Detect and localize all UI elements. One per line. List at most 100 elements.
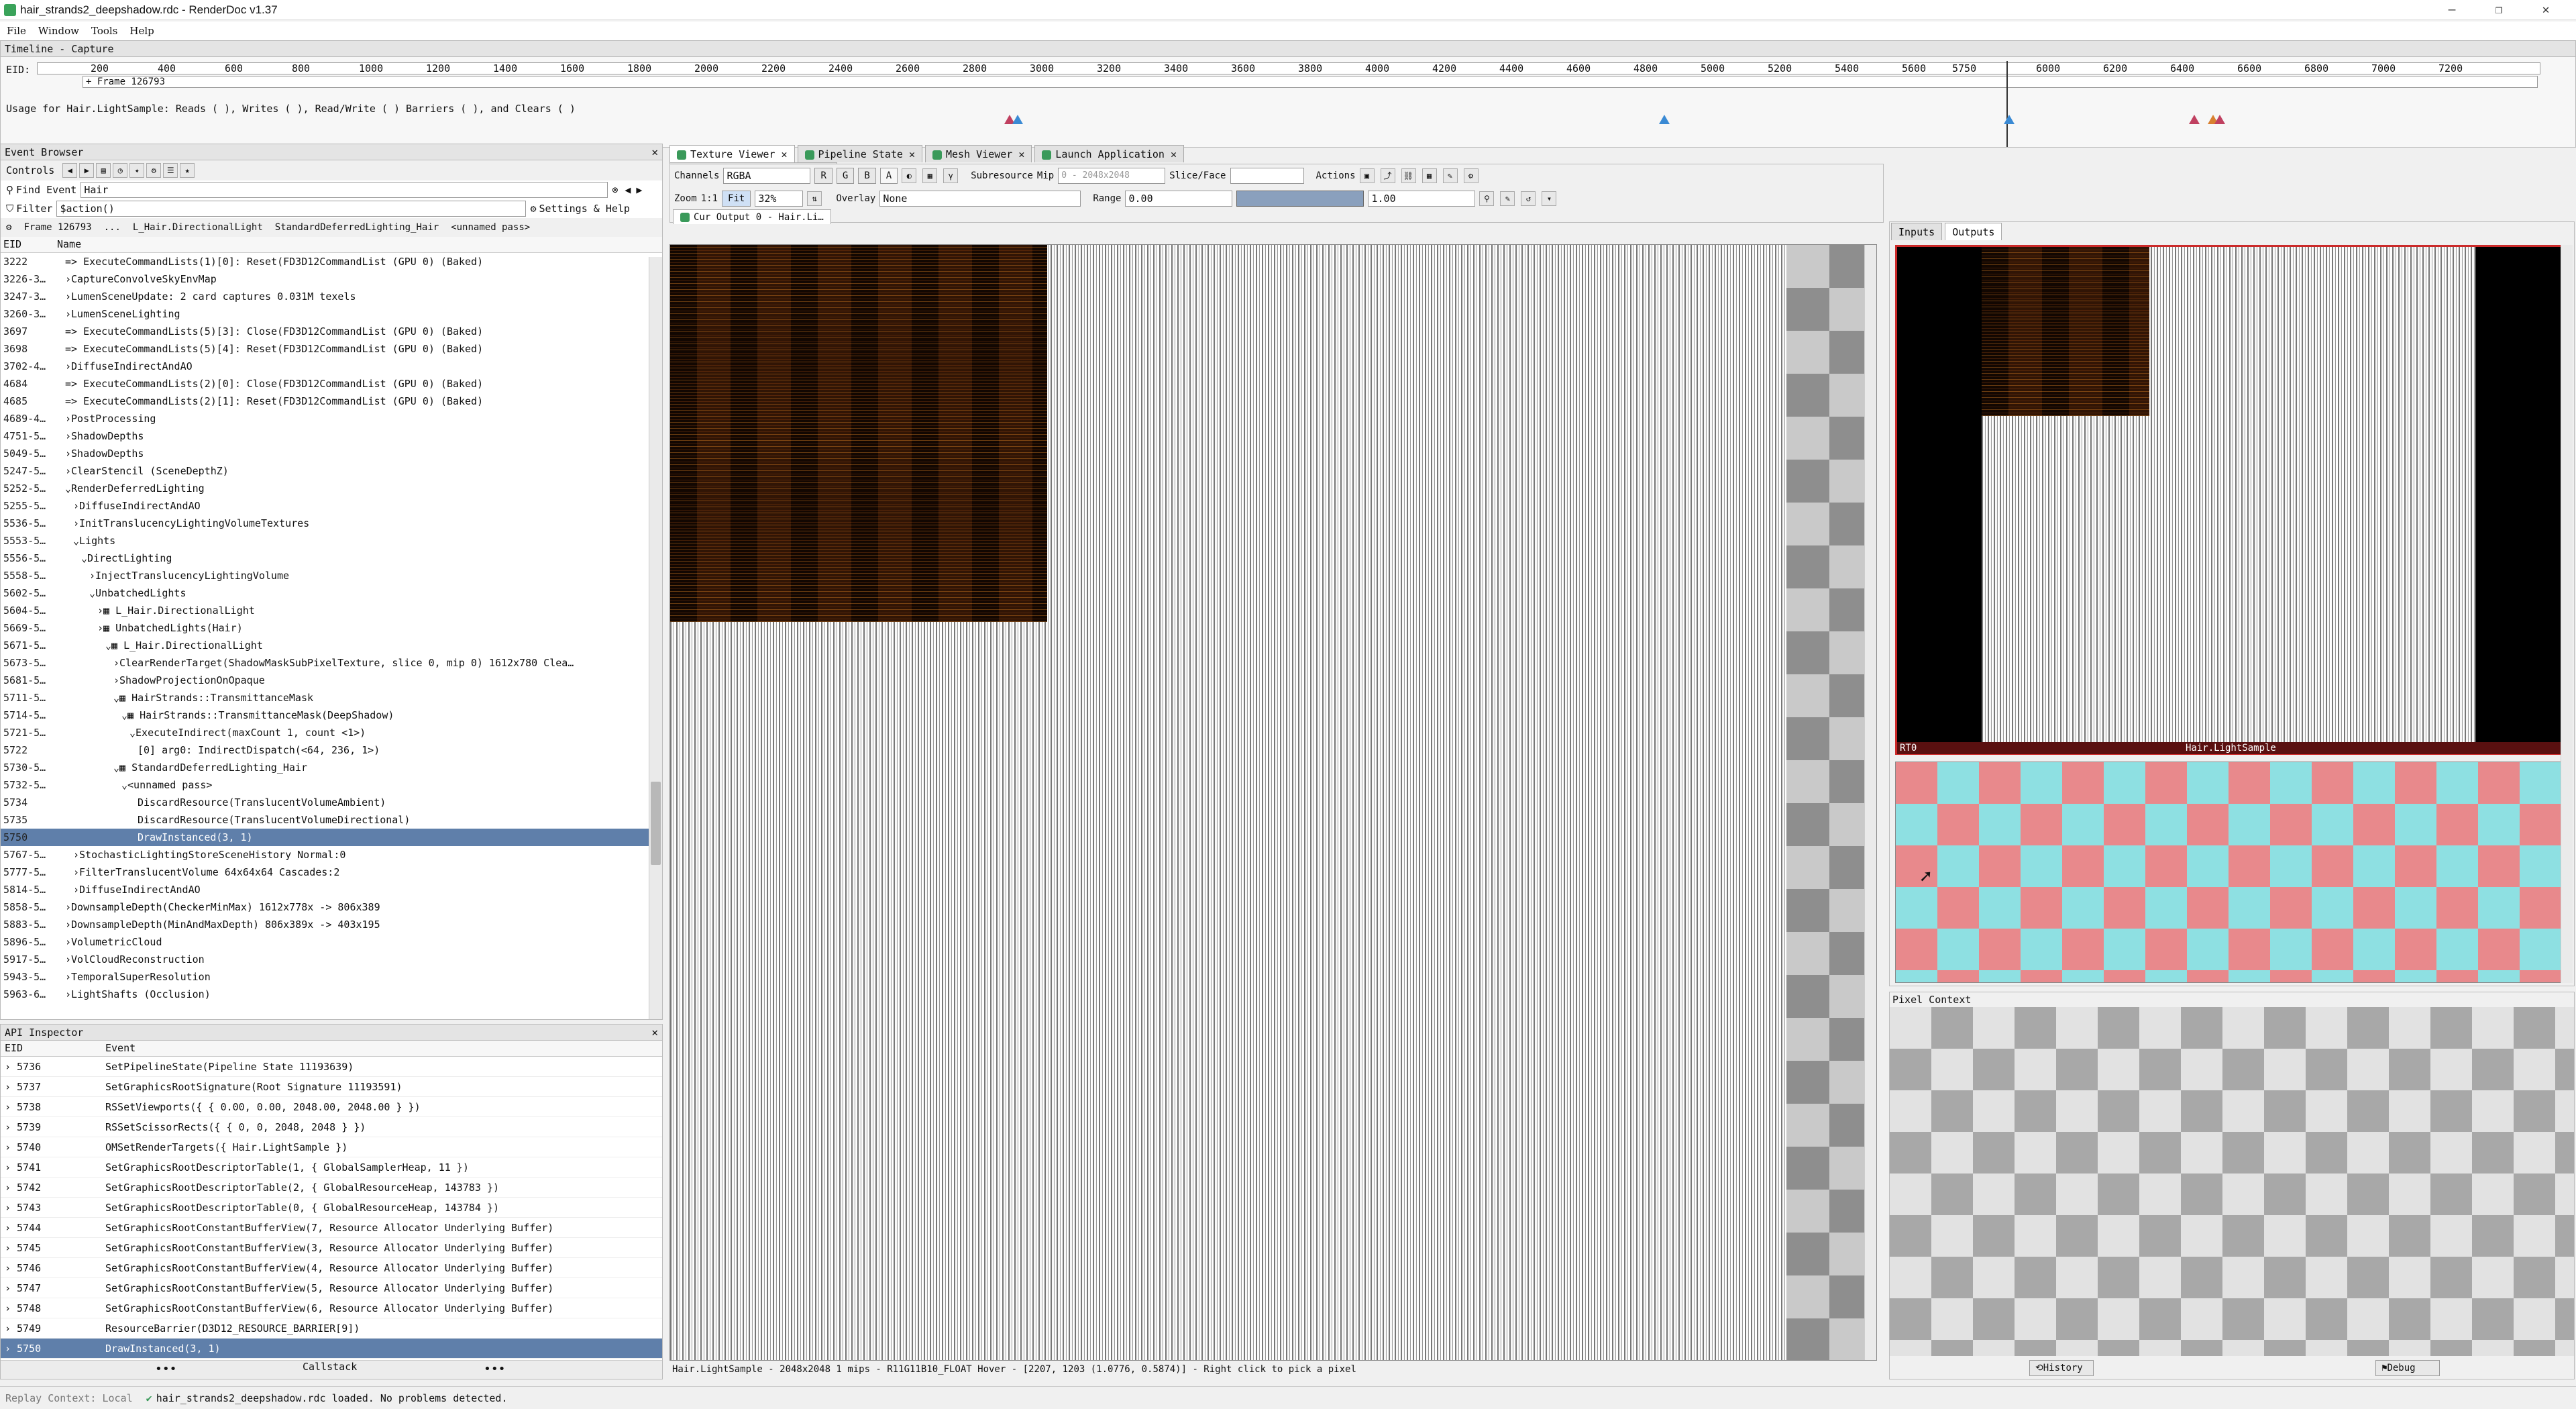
event-row[interactable]: 5896-5… ›VolumetricCloud	[1, 933, 662, 951]
event-row[interactable]: 4751-5… ›ShadowDepths	[1, 427, 662, 445]
api-row[interactable]: › 5743 SetGraphicsRootDescriptorTable(0, {…	[1, 1198, 662, 1218]
tab-mesh-viewer[interactable]: Mesh Viewer ✕	[925, 145, 1032, 162]
breadcrumb-item[interactable]: L_Hair.DirectionalLight	[133, 222, 263, 233]
channel-r-button[interactable]: R	[814, 168, 833, 184]
find-input[interactable]: Hair	[80, 182, 608, 198]
api-row[interactable]: › 5742 SetGraphicsRootDescriptorTable(2, {…	[1, 1178, 662, 1198]
expand-icon[interactable]: ›	[5, 1218, 11, 1238]
histogram-icon[interactable]: ▾	[1542, 191, 1557, 206]
checker-icon[interactable]: ▦	[922, 168, 938, 183]
api-row[interactable]: › 5737 SetGraphicsRootSignature(Root Signa…	[1, 1077, 662, 1097]
event-row[interactable]: 5556-5… ⌄DirectLighting	[1, 550, 662, 567]
overlay-select[interactable]: None	[879, 191, 1081, 207]
breadcrumb-item[interactable]: StandardDeferredLighting_Hair	[275, 222, 439, 233]
output-tab[interactable]: Cur Output 0 - Hair.Li…	[673, 209, 831, 224]
pixel-context-view[interactable]	[1890, 1007, 2574, 1356]
expand-icon[interactable]: ›	[5, 1117, 11, 1137]
color-picker-icon[interactable]: ◐	[902, 168, 917, 183]
event-row[interactable]: 3697 => ExecuteCommandLists(5)[3]: Close(…	[1, 323, 662, 340]
minimize-button[interactable]: —	[2428, 0, 2475, 20]
expand-icon[interactable]: ›	[5, 1258, 11, 1278]
event-row[interactable]: 5735 DiscardResource(TranslucentVolumeDir…	[1, 811, 662, 829]
api-row[interactable]: › 5738 RSSetViewports({ { 0.00, 0.00, 2048…	[1, 1097, 662, 1117]
range-min-input[interactable]: 0.00	[1125, 191, 1233, 207]
menu-tools[interactable]: Tools	[91, 25, 117, 37]
settings-help-button[interactable]: Settings & Help	[539, 203, 629, 215]
expand-icon[interactable]: ›	[5, 1157, 11, 1178]
reset-icon[interactable]: ↺	[1521, 191, 1536, 206]
event-row[interactable]: 5722 [0] arg0: IndirectDispatch(<64, 236,…	[1, 741, 662, 759]
event-row[interactable]: 5777-5… ›FilterTranslucentVolume 64x64x64…	[1, 864, 662, 881]
api-row[interactable]: › 5739 RSSetScissorRects({ { 0, 0, 2048, 2…	[1, 1117, 662, 1137]
output-thumbnail[interactable]: RT0 Hair.LightSample	[1895, 245, 2565, 755]
edit-icon[interactable]: ✎	[1442, 168, 1458, 183]
col-eid[interactable]: EID	[5, 1042, 23, 1054]
event-row[interactable]: 5714-5… ⌄▦ HairStrands::TransmittanceMask…	[1, 707, 662, 724]
event-row[interactable]: 5536-5… ›InitTranslucencyLightingVolumeTe…	[1, 515, 662, 532]
api-row[interactable]: › 5748 SetGraphicsRootConstantBufferView(6…	[1, 1298, 662, 1318]
splitter-dots-icon[interactable]: •••	[484, 1362, 506, 1376]
clear-search-icon[interactable]: ⊗	[612, 184, 618, 196]
second-thumbnail[interactable]: ➚	[1895, 762, 2563, 983]
event-row[interactable]: 5917-5… ›VolCloudReconstruction	[1, 951, 662, 968]
breadcrumb-item[interactable]: Frame 126793	[23, 222, 91, 233]
flip-icon[interactable]: ⇅	[807, 191, 822, 206]
event-row[interactable]: 5602-5… ⌄UnbatchedLights	[1, 584, 662, 602]
event-row[interactable]: 5730-5… ⌄▦ StandardDeferredLighting_Hair	[1, 759, 662, 776]
close-icon[interactable]: ✕	[903, 148, 915, 160]
close-icon[interactable]: ✕	[651, 1025, 658, 1041]
replay-context[interactable]: Replay Context: Local	[5, 1392, 133, 1404]
expand-icon[interactable]: ›	[5, 1077, 11, 1097]
col-eid[interactable]: EID	[3, 238, 21, 250]
callstack-label[interactable]: Callstack	[303, 1361, 357, 1373]
tab-outputs[interactable]: Outputs	[1945, 223, 2002, 240]
event-row[interactable]: 3222 => ExecuteCommandLists(1)[0]: Reset(…	[1, 253, 662, 270]
channel-b-button[interactable]: B	[858, 168, 876, 184]
bookmark-icon[interactable]: ✦	[129, 163, 145, 178]
col-event[interactable]: Event	[105, 1042, 136, 1054]
fit-button[interactable]: Fit	[722, 191, 751, 207]
close-icon[interactable]: ✕	[651, 144, 658, 160]
maximize-button[interactable]: ❐	[2475, 0, 2522, 20]
channel-a-button[interactable]: A	[879, 168, 898, 184]
menu-file[interactable]: File	[7, 25, 26, 37]
export-icon[interactable]: ⚙	[146, 163, 162, 178]
api-row[interactable]: › 5749 ResourceBarrier(D3D12_RESOURCE_BARR…	[1, 1318, 662, 1339]
range-max-input[interactable]: 1.00	[1368, 191, 1476, 207]
expand-icon[interactable]: ›	[5, 1198, 11, 1218]
event-row[interactable]: 5558-5… ›InjectTranslucencyLightingVolume	[1, 567, 662, 584]
texture-scrollbar[interactable]	[1864, 245, 1876, 1360]
col-name[interactable]: Name	[57, 238, 81, 250]
gamma-icon[interactable]: γ	[943, 168, 959, 183]
event-row[interactable]: 5669-5… ›▦ UnbatchedLights(Hair)	[1, 619, 662, 637]
zoom-range-icon[interactable]: ⚲	[1479, 191, 1495, 206]
breadcrumb-item[interactable]: <unnamed pass>	[451, 222, 530, 233]
expand-icon[interactable]: ›	[5, 1178, 11, 1198]
api-row[interactable]: › 5744 SetGraphicsRootConstantBufferView(7…	[1, 1218, 662, 1238]
event-row[interactable]: 5604-5… ›▦ L_Hair.DirectionalLight	[1, 602, 662, 619]
event-scrollbar[interactable]	[649, 257, 662, 1019]
autofit-icon[interactable]: ✎	[1500, 191, 1515, 206]
event-row[interactable]: 4685 => ExecuteCommandLists(2)[1]: Reset(…	[1, 393, 662, 410]
event-row[interactable]: 5963-6… ›LightShafts (Occlusion)	[1, 986, 662, 1003]
event-row[interactable]: 5553-5… ⌄Lights	[1, 532, 662, 550]
find-prev-icon[interactable]: ◀	[625, 184, 631, 196]
debug-button[interactable]: ⚑Debug	[2375, 1360, 2440, 1376]
api-row[interactable]: › 5740 OMSetRenderTargets({ Hair.LightSamp…	[1, 1137, 662, 1157]
event-row[interactable]: 5255-5… ›DiffuseIndirectAndAO	[1, 497, 662, 515]
expand-icon[interactable]: ›	[5, 1298, 11, 1318]
range-slider[interactable]	[1236, 191, 1364, 207]
back-icon[interactable]: ◀	[62, 163, 78, 178]
zoom-1to1-button[interactable]: 1:1	[701, 193, 718, 204]
thumbnail-scrollbar[interactable]	[2561, 245, 2573, 983]
event-row[interactable]: 5858-5… ›DownsampleDepth(CheckerMinMax) 1…	[1, 898, 662, 916]
event-row[interactable]: 5814-5… ›DiffuseIndirectAndAO	[1, 881, 662, 898]
event-row[interactable]: 5943-5… ›TemporalSuperResolution	[1, 968, 662, 986]
channels-select[interactable]: RGBA	[723, 168, 811, 184]
event-row[interactable]: 5681-5… ›ShadowProjectionOnOpaque	[1, 672, 662, 689]
menu-window[interactable]: Window	[38, 25, 79, 37]
api-row[interactable]: › 5747 SetGraphicsRootConstantBufferView(5…	[1, 1278, 662, 1298]
event-row[interactable]: 4684 => ExecuteCommandLists(2)[0]: Close(…	[1, 375, 662, 393]
event-row[interactable]: 5721-5… ⌄ExecuteIndirect(maxCount 1, coun…	[1, 724, 662, 741]
event-row[interactable]: 5883-5… ›DownsampleDepth(MinAndMaxDepth) …	[1, 916, 662, 933]
